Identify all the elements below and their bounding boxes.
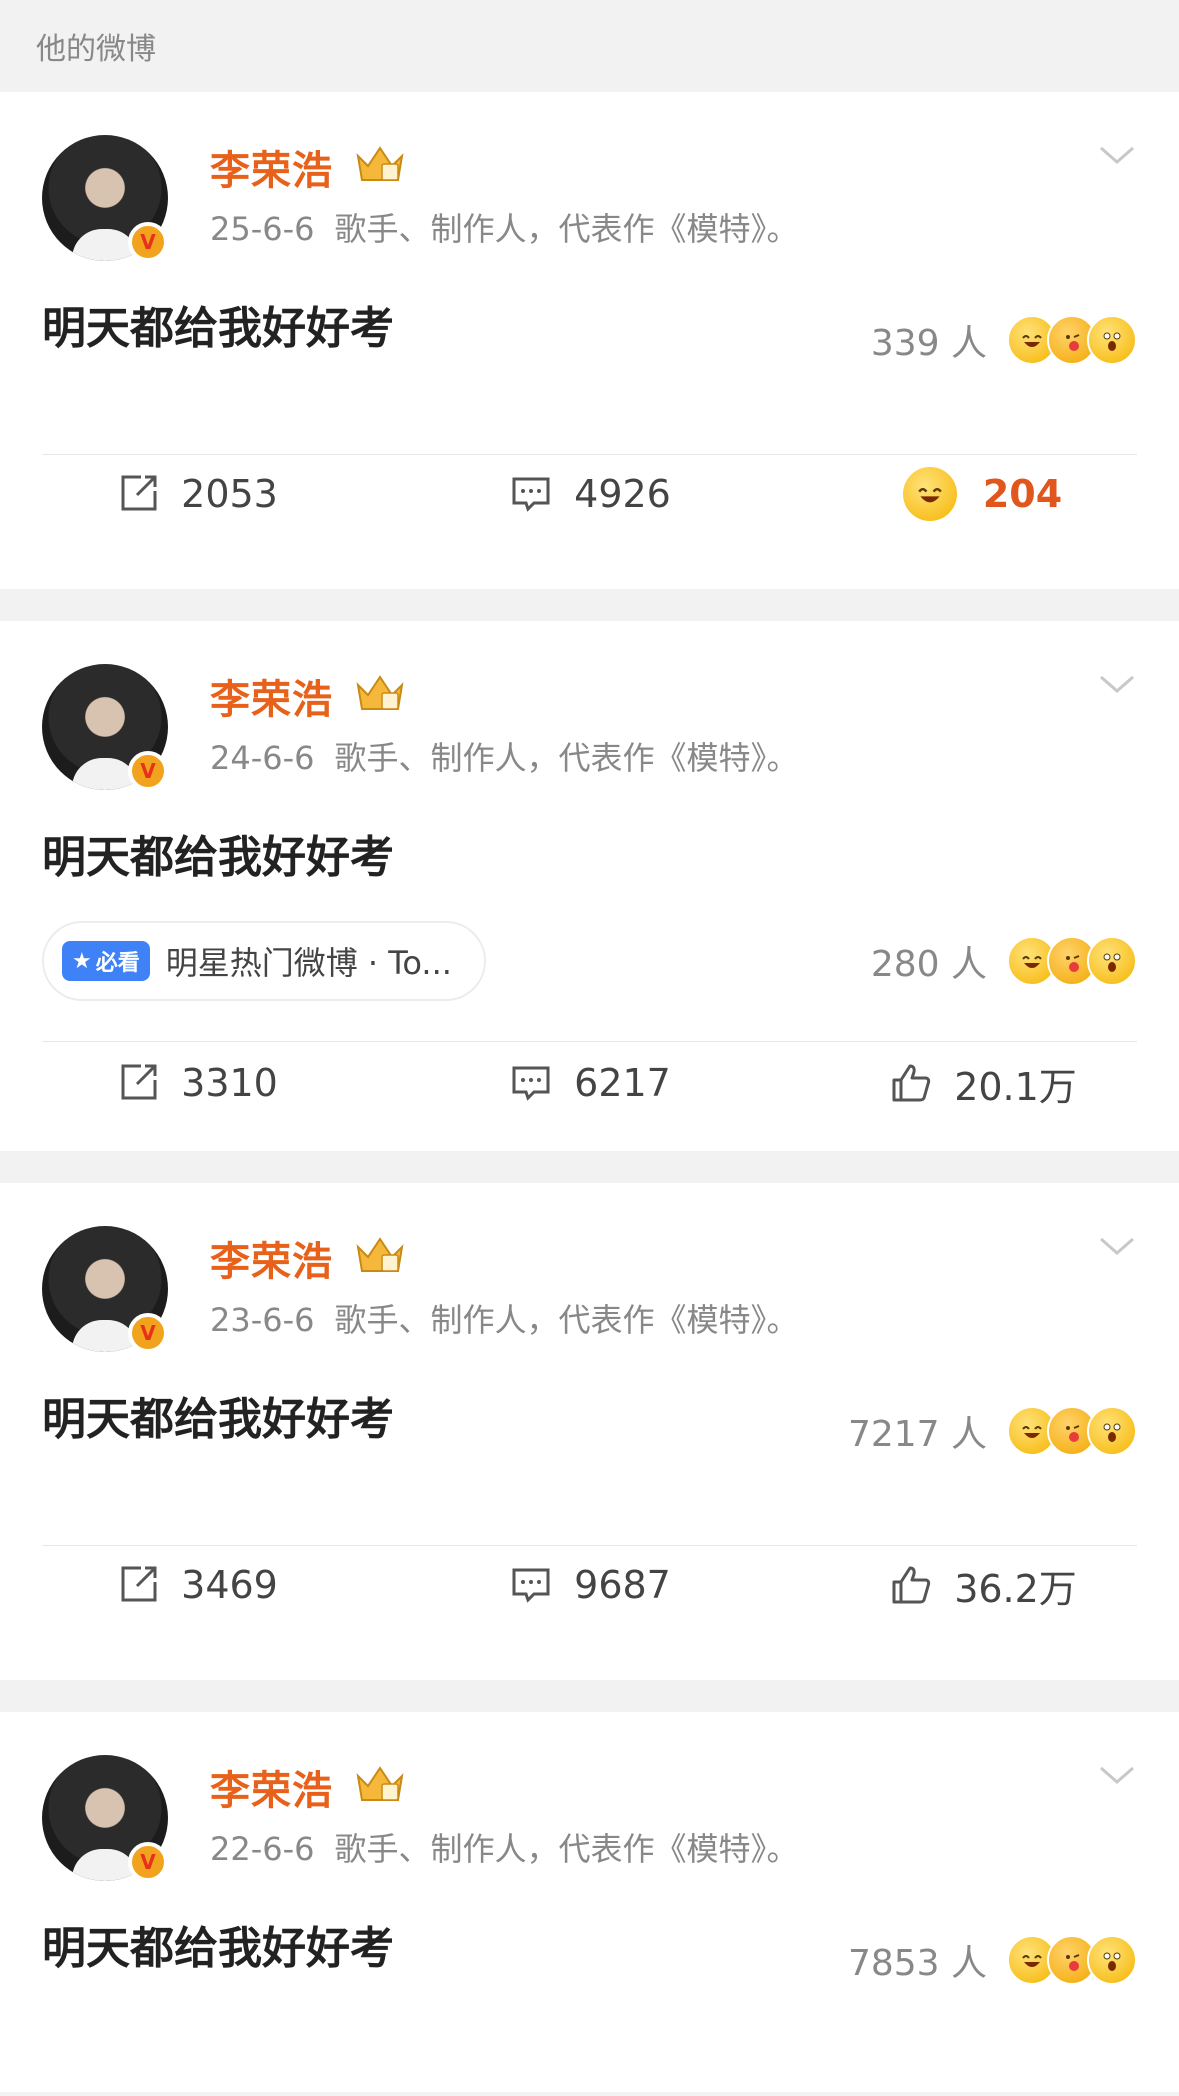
post-meta: 25-6-6 歌手、制作人，代表作《模特》。 — [210, 204, 799, 250]
repost-count: 3310 — [181, 1061, 278, 1105]
comment-count: 9687 — [574, 1563, 671, 1607]
surprised-emoji-icon — [1087, 1406, 1137, 1456]
comment-button[interactable]: 4926 — [393, 471, 786, 517]
repost-button[interactable]: 3310 — [0, 1060, 393, 1106]
chevron-down-icon[interactable] — [1097, 1760, 1137, 1790]
laugh-emoji-icon — [902, 467, 957, 521]
repost-count: 2053 — [181, 472, 278, 516]
reaction-summary[interactable]: 339 人 — [871, 314, 1137, 366]
reaction-count: 280 人 — [870, 944, 987, 985]
post-meta: 24-6-6 歌手、制作人，代表作《模特》。 — [210, 733, 799, 779]
post-text: 明天都给我好好考 — [42, 303, 394, 354]
verified-v-icon: V — [128, 222, 168, 262]
chevron-down-icon[interactable] — [1097, 669, 1137, 699]
post-meta: 23-6-6 歌手、制作人，代表作《模特》。 — [210, 1295, 799, 1341]
like-button[interactable]: 204 — [786, 467, 1179, 521]
repost-count: 3469 — [181, 1563, 278, 1607]
post-text: 明天都给我好好考 — [42, 832, 394, 883]
like-button[interactable]: 36.2万 — [786, 1558, 1179, 1613]
surprised-emoji-icon — [1087, 1935, 1137, 1985]
comment-icon — [512, 477, 550, 512]
author-bio: 歌手、制作人，代表作《模特》。 — [334, 210, 799, 248]
like-button[interactable]: 20.1万 — [786, 1056, 1179, 1111]
thumbs-up-icon — [892, 1064, 931, 1102]
verified-v-icon: V — [128, 1313, 168, 1353]
reaction-summary[interactable]: 7217 人 — [848, 1405, 1137, 1457]
must-see-badge: ★ 必看 — [62, 941, 150, 981]
repost-button[interactable]: 3469 — [0, 1562, 393, 1608]
like-count: 204 — [982, 472, 1063, 516]
post-date: 22-6-6 — [210, 1830, 315, 1868]
verified-v-icon: V — [128, 751, 168, 791]
action-bar: 3310 6217 20.1万 — [0, 1043, 1179, 1123]
surprised-emoji-icon — [1087, 315, 1137, 365]
comment-count: 6217 — [574, 1061, 671, 1105]
surprised-emoji-icon — [1087, 936, 1137, 986]
author-bio: 歌手、制作人，代表作《模特》。 — [334, 1301, 799, 1339]
comment-icon — [512, 1066, 550, 1101]
divider — [42, 1041, 1137, 1042]
post-text: 明天都给我好好考 — [42, 1394, 394, 1445]
star-icon: ★ — [72, 948, 92, 974]
chevron-down-icon[interactable] — [1097, 140, 1137, 170]
tag-text: 明星热门微博 · To... — [165, 944, 452, 982]
action-bar: 2053 4926 204 — [0, 454, 1179, 534]
comment-count: 4926 — [574, 472, 671, 516]
reaction-count: 7853 人 — [847, 1943, 987, 1984]
section-title: 他的微博 — [36, 32, 156, 67]
reaction-summary[interactable]: 280 人 — [871, 935, 1137, 987]
reaction-count: 7217 人 — [847, 1414, 987, 1455]
reaction-count: 339 人 — [870, 323, 987, 364]
post-date: 25-6-6 — [210, 210, 315, 248]
thumbs-up-icon — [892, 1566, 931, 1604]
post-date: 23-6-6 — [210, 1301, 315, 1339]
hot-topic-tag[interactable]: ★ 必看 明星热门微博 · To... — [42, 921, 486, 1001]
crown-badge-icon[interactable] — [352, 671, 408, 715]
verified-v-icon: V — [128, 1842, 168, 1882]
comment-icon — [512, 1568, 550, 1603]
post-text: 明天都给我好好考 — [42, 1923, 394, 1974]
author-name[interactable]: 李荣浩 — [210, 1229, 333, 1287]
like-count: 36.2万 — [954, 1566, 1077, 1611]
repost-icon — [121, 1566, 157, 1602]
author-bio: 歌手、制作人，代表作《模特》。 — [334, 739, 799, 777]
weibo-post[interactable]: V 李荣浩 25-6-6 歌手、制作人，代表作《模特》。 明天都给我好好考 339… — [0, 92, 1179, 589]
author-name[interactable]: 李荣浩 — [210, 667, 333, 725]
action-bar: 3469 9687 36.2万 — [0, 1545, 1179, 1625]
comment-button[interactable]: 9687 — [393, 1562, 786, 1608]
weibo-post[interactable]: V 李荣浩 24-6-6 歌手、制作人，代表作《模特》。 明天都给我好好考 ★ 必看… — [0, 621, 1179, 1151]
crown-badge-icon[interactable] — [352, 1762, 408, 1806]
comment-button[interactable]: 6217 — [393, 1060, 786, 1106]
post-meta: 22-6-6 歌手、制作人，代表作《模特》。 — [210, 1824, 799, 1870]
reaction-summary[interactable]: 7853 人 — [848, 1934, 1137, 1986]
like-count: 20.1万 — [954, 1064, 1077, 1109]
chevron-down-icon[interactable] — [1097, 1231, 1137, 1261]
weibo-post[interactable]: V 李荣浩 22-6-6 歌手、制作人，代表作《模特》。 明天都给我好好考 785… — [0, 1712, 1179, 2092]
author-name[interactable]: 李荣浩 — [210, 1758, 333, 1816]
author-name[interactable]: 李荣浩 — [210, 138, 333, 196]
repost-icon — [121, 475, 157, 511]
badge-label: 必看 — [95, 951, 140, 976]
repost-icon — [121, 1064, 157, 1100]
weibo-post[interactable]: V 李荣浩 23-6-6 歌手、制作人，代表作《模特》。 明天都给我好好考 721… — [0, 1183, 1179, 1680]
crown-badge-icon[interactable] — [352, 142, 408, 186]
author-bio: 歌手、制作人，代表作《模特》。 — [334, 1830, 799, 1868]
post-date: 24-6-6 — [210, 739, 315, 777]
crown-badge-icon[interactable] — [352, 1233, 408, 1277]
repost-button[interactable]: 2053 — [0, 471, 393, 517]
